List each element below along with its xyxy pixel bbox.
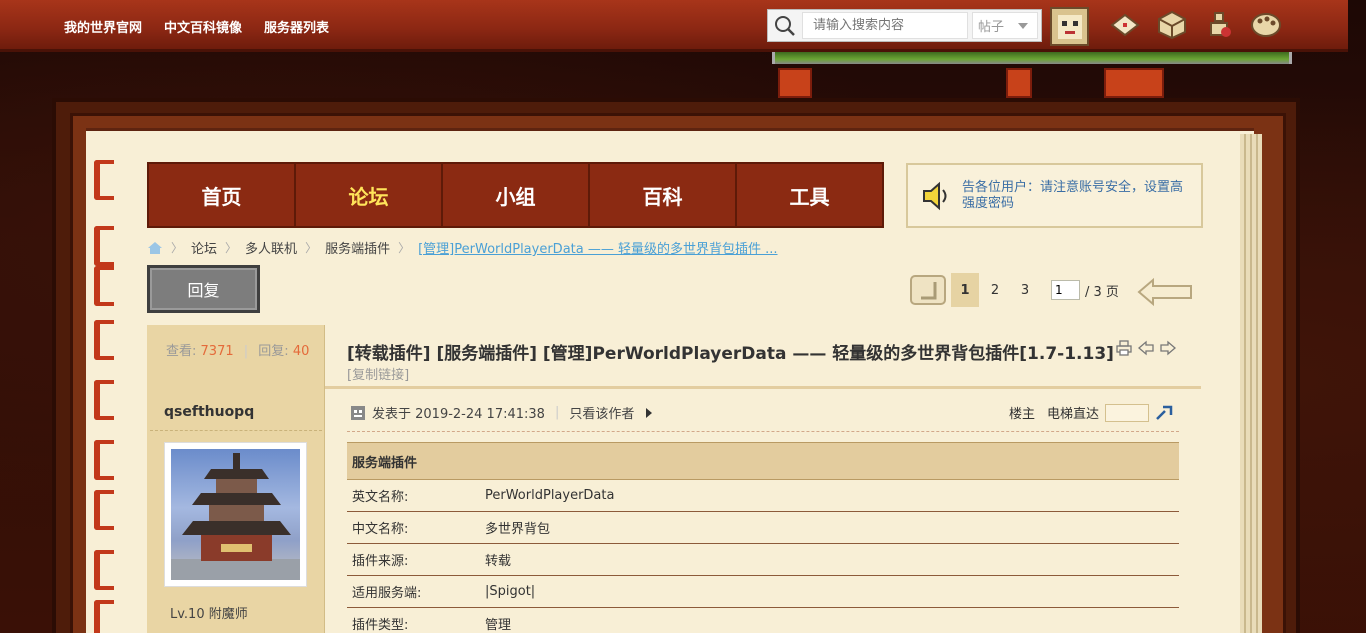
announcement-text[interactable]: 告各位用户：请注意账号安全，设置高强度密码 [962,180,1194,212]
speaker-icon [923,181,947,210]
page-jump-input[interactable] [1051,280,1080,300]
table-row: 中文名称: 多世界背包 [347,511,1179,544]
top-links: 我的世界官网 中文百科镜像 服务器列表 [64,17,329,36]
top-link-official[interactable]: 我的世界官网 [64,17,142,36]
table-value: PerWorldPlayerData [480,479,1179,512]
previous-thread-icon[interactable] [1138,340,1154,356]
top-link-wiki-mirror[interactable]: 中文百科镜像 [164,17,242,36]
plugin-info-table: 服务端插件 英文名称: PerWorldPlayerData 中文名称: 多世界… [347,442,1179,633]
breadcrumb-separator: 〉 [171,241,184,255]
next-arrow-icon[interactable] [1135,270,1197,310]
breadcrumb: 〉 论坛 〉 多人联机 〉 服务端插件 〉 [管理]PerWorldPlayer… [147,238,778,257]
replies-label: 回复: [258,344,289,359]
message-icon[interactable] [1108,8,1141,41]
breadcrumb-current-thread[interactable]: [管理]PerWorldPlayerData —— 轻量级的多世界背包插件 ..… [418,238,777,257]
header-banner [772,52,1292,64]
table-row: 插件类型: 管理 [347,607,1179,633]
top-link-server-list[interactable]: 服务器列表 [264,17,329,36]
thread-title: [转载插件] [服务端插件] [管理]PerWorldPlayerData ——… [347,344,1114,364]
table-row: 适用服务端: |Spigot| [347,575,1179,608]
nav-tab-tools[interactable]: 工具 [737,164,882,226]
book-binding [94,160,116,633]
table-value: 管理 [480,607,1179,633]
table-value: 多世界背包 [480,511,1179,544]
table-key: 中文名称: [347,511,480,544]
announcement-box: 告各位用户：请注意账号安全，设置高强度密码 [906,163,1203,228]
table-value: |Spigot| [480,575,1179,608]
table-key: 插件类型: [347,607,480,633]
nav-tab-groups[interactable]: 小组 [443,164,590,226]
block-icon[interactable] [1155,8,1188,41]
divider [150,430,322,431]
main-nav: 首页 论坛 小组 百科 工具 [147,162,884,228]
breadcrumb-separator: 〉 [398,241,411,255]
breadcrumb-multiplayer[interactable]: 多人联机 [245,238,297,257]
lava-block [1104,68,1164,98]
views-count: 7371 [200,344,234,359]
post-date: 发表于 2019-2-24 17:41:38 [372,407,545,422]
floor-tools: 楼主 电梯直达 [1009,403,1173,422]
nav-tab-forum[interactable]: 论坛 [296,164,443,226]
lava-block [778,68,812,98]
author-level: Lv.10 附魔师 [170,607,248,622]
search-icon[interactable] [768,9,802,42]
search-type-select[interactable]: 帖子 [972,12,1038,39]
search-box: 帖子 [767,9,1042,42]
print-icon[interactable] [1116,340,1132,356]
elevator-label: 电梯直达 [1047,407,1100,422]
table-key: 英文名称: [347,479,480,512]
author-only-link[interactable]: 只看该作者 [569,403,634,422]
top-bar: 我的世界官网 中文百科镜像 服务器列表 帖子 [0,0,1348,52]
nav-tab-wiki[interactable]: 百科 [590,164,737,226]
page-total: / 3 页 [1085,284,1119,300]
lava-block [1006,68,1032,98]
pagination: 1 2 3 / 3 页 [909,270,1197,310]
online-status-icon [351,405,365,420]
author-avatar[interactable] [164,442,307,587]
caret-right-icon[interactable] [644,407,654,418]
author-avatar-image [171,449,300,580]
search-input[interactable] [802,12,968,39]
table-key: 适用服务端: [347,575,480,608]
top-icons [1108,8,1282,41]
jump-icon[interactable] [1155,405,1173,421]
author-name[interactable]: qsefthuopq [164,404,254,420]
table-row: 英文名称: PerWorldPlayerData [347,479,1179,512]
page-edge [1240,134,1262,633]
reply-button[interactable]: 回复 [147,265,260,313]
breadcrumb-separator: 〉 [305,241,318,255]
back-arrow-icon[interactable] [909,272,949,308]
search-type-label: 帖子 [978,20,1005,35]
table-key: 插件来源: [347,543,480,576]
divider [347,431,1179,432]
chevron-down-icon [1018,22,1029,29]
table-value: 转载 [480,543,1179,576]
page-2-button[interactable]: 2 [981,273,1009,307]
palette-icon[interactable] [1249,8,1282,41]
user-avatar-icon[interactable] [1050,7,1089,46]
page-3-button[interactable]: 3 [1011,273,1039,307]
floor-label: 楼主 [1009,407,1036,422]
breadcrumb-separator: 〉 [225,241,238,255]
views-label: 查看: [166,344,197,359]
breadcrumb-forum[interactable]: 论坛 [191,238,217,257]
page-1-button[interactable]: 1 [951,273,979,307]
title-tools [1116,340,1176,356]
table-row: 插件来源: 转载 [347,543,1179,576]
nav-tab-home[interactable]: 首页 [149,164,296,226]
plugin-table-header: 服务端插件 [347,442,1179,480]
floor-jump-input[interactable] [1105,403,1150,422]
thread-stats: 查看: 7371 | 回复: 40 [166,344,310,359]
notification-icon[interactable] [1202,8,1235,41]
post-meta: 发表于 2019-2-24 17:41:38 | 只看该作者 [350,403,654,422]
next-thread-icon[interactable] [1160,340,1176,356]
copy-link-button[interactable]: [复制链接] [347,364,409,383]
home-icon[interactable] [147,241,163,255]
breadcrumb-server-plugins[interactable]: 服务端插件 [325,238,390,257]
replies-count: 40 [292,344,310,359]
